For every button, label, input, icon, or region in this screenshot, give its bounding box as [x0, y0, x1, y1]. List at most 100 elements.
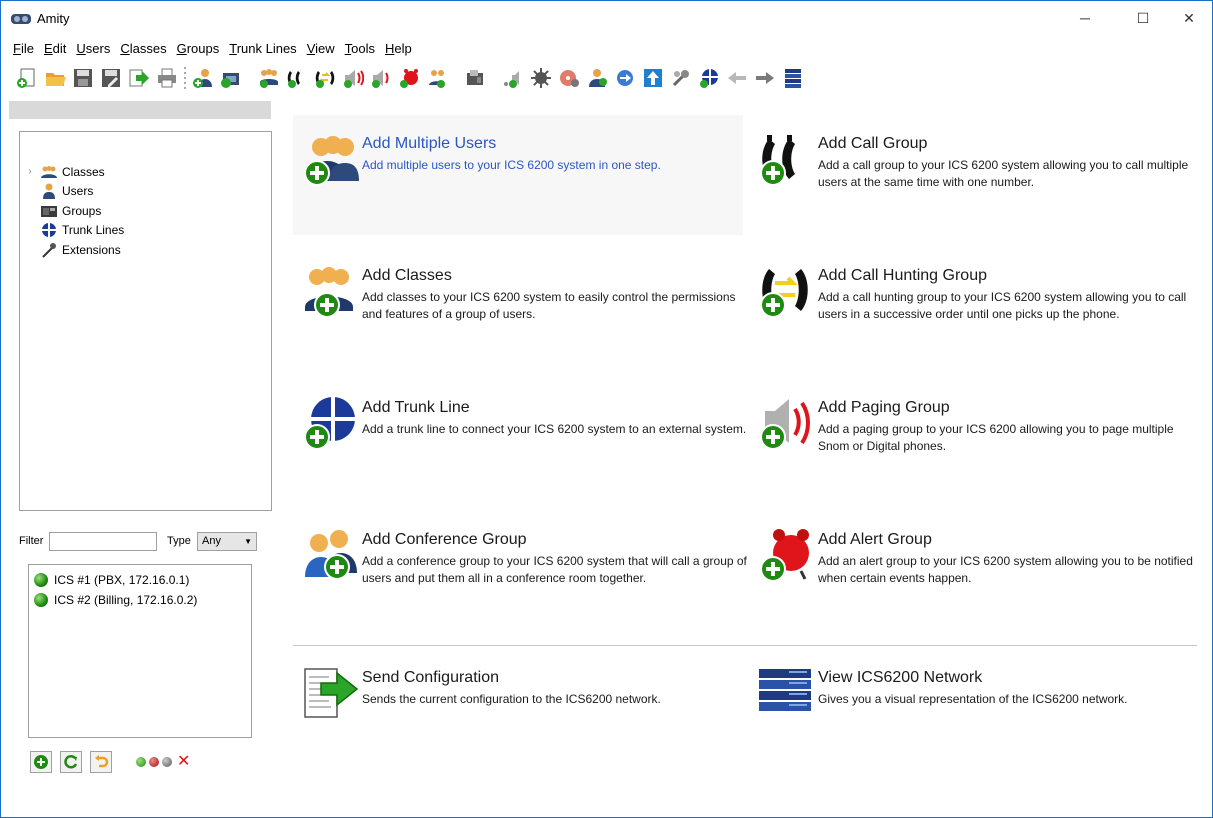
menu-users[interactable]: Users	[71, 39, 115, 59]
add-conference-group-button[interactable]	[425, 66, 449, 90]
server-item-2[interactable]: ICS #2 (Billing, 172.16.0.2)	[29, 590, 251, 610]
save-disk-icon	[74, 69, 92, 87]
menu-trunk-lines[interactable]: Trunk Lines	[224, 39, 301, 59]
task-add-call-group[interactable]: Add Call Group Add a call group to your …	[749, 115, 1199, 235]
task-title: Add Classes	[362, 267, 452, 284]
view-network-button[interactable]	[781, 66, 805, 90]
task-title: Add Paging Group	[818, 399, 950, 416]
trunk-line-icon	[304, 397, 355, 450]
add-group-button[interactable]	[219, 66, 243, 90]
add-alert-group-button[interactable]	[397, 66, 421, 90]
task-description: Add multiple users to your ICS 6200 syst…	[362, 158, 661, 172]
maximize-button[interactable]: ☐	[1120, 1, 1166, 35]
add-paging-group-button[interactable]	[341, 66, 365, 90]
task-send-configuration[interactable]: Send Configuration Sends the current con…	[293, 649, 743, 769]
add-circle-icon	[34, 755, 48, 769]
task-title: Add Call Hunting Group	[818, 267, 987, 284]
status-online-icon	[34, 573, 48, 587]
settings-button[interactable]	[529, 66, 553, 90]
tree-item-classes[interactable]: › Classes	[20, 162, 271, 182]
menu-file[interactable]: File	[13, 39, 39, 59]
tree-item-extensions[interactable]: Extensions	[20, 240, 271, 260]
menu-help[interactable]: Help	[380, 39, 417, 59]
task-description: Add a call group to your ICS 6200 system…	[818, 158, 1189, 189]
task-view-network[interactable]: View ICS6200 Network Gives you a visual …	[749, 649, 1199, 769]
minimize-button[interactable]: ─	[1062, 1, 1108, 35]
gear-icon	[531, 68, 551, 88]
add-user-icon	[193, 69, 212, 88]
add-server-button[interactable]	[30, 751, 52, 773]
task-title: Add Alert Group	[818, 531, 932, 548]
task-title: Add Call Group	[818, 135, 928, 152]
task-add-alert-group[interactable]: Add Alert Group Add an alert group to yo…	[749, 511, 1199, 631]
toolbar	[15, 63, 809, 93]
add-fax-button[interactable]	[463, 66, 487, 90]
user-settings-button[interactable]	[585, 66, 609, 90]
title-bar[interactable]: Amity ─ ☐ ✕	[1, 1, 1212, 37]
connect-button[interactable]	[613, 66, 637, 90]
save-as-button[interactable]	[99, 66, 123, 90]
add-call-group-button[interactable]	[285, 66, 309, 90]
add-trunk-line-button[interactable]	[697, 66, 721, 90]
menu-edit[interactable]: Edit	[39, 39, 71, 59]
add-user-button[interactable]	[191, 66, 215, 90]
app-window: Amity ─ ☐ ✕ File Edit Users Classes Grou…	[0, 0, 1213, 818]
tools-button[interactable]	[669, 66, 693, 90]
fax-icon	[467, 70, 483, 85]
tree-item-trunk-lines[interactable]: Trunk Lines	[20, 221, 271, 241]
task-title: Send Configuration	[362, 669, 499, 686]
type-select[interactable]: Any ▼	[197, 531, 257, 551]
add-hunting-group-button[interactable]	[313, 66, 337, 90]
server-list: ICS #1 (PBX, 172.16.0.1) ICS #2 (Billing…	[28, 564, 252, 738]
trunk-line-icon	[40, 222, 58, 238]
network-rack-icon	[785, 69, 801, 88]
task-add-conference-group[interactable]: Add Conference Group Add a conference gr…	[293, 511, 747, 631]
call-hunting-group-icon	[760, 269, 808, 318]
tree-item-users[interactable]: Users	[20, 182, 271, 202]
status-online-icon	[34, 593, 48, 607]
server-item-1[interactable]: ICS #1 (PBX, 172.16.0.1)	[29, 570, 251, 590]
save-as-disk-icon	[102, 69, 120, 87]
chevron-right-icon[interactable]: ›	[20, 166, 40, 177]
menu-tools[interactable]: Tools	[340, 39, 380, 59]
refresh-button[interactable]	[60, 751, 82, 773]
task-description: Add an alert group to your ICS 6200 syst…	[818, 554, 1193, 585]
section-divider	[293, 645, 1197, 646]
connect-arrow-icon	[617, 70, 633, 86]
back-button[interactable]	[725, 66, 749, 90]
menu-classes[interactable]: Classes	[115, 39, 171, 59]
add-classes-button[interactable]	[257, 66, 281, 90]
menu-groups[interactable]: Groups	[172, 39, 225, 59]
add-paging-button-2[interactable]	[369, 66, 393, 90]
dropdown-arrow-icon: ▼	[244, 536, 252, 546]
filter-input[interactable]	[49, 531, 157, 551]
send-arrow-icon	[129, 69, 149, 87]
task-add-call-hunting-group[interactable]: Add Call Hunting Group Add a call huntin…	[749, 247, 1199, 367]
add-extension-button[interactable]	[501, 66, 525, 90]
forward-button[interactable]	[753, 66, 777, 90]
type-select-value: Any	[202, 535, 221, 547]
upload-button[interactable]	[641, 66, 665, 90]
print-button[interactable]	[155, 66, 179, 90]
tree-item-groups[interactable]: Groups	[20, 201, 271, 221]
save-button[interactable]	[71, 66, 95, 90]
undo-button[interactable]	[90, 751, 112, 773]
record-button[interactable]	[557, 66, 581, 90]
menu-view[interactable]: View	[302, 39, 340, 59]
task-add-trunk-line[interactable]: Add Trunk Line Add a trunk line to conne…	[293, 379, 746, 499]
send-config-button[interactable]	[127, 66, 151, 90]
tools-icon	[672, 70, 689, 87]
task-description: Add a paging group to your ICS 6200 allo…	[818, 422, 1174, 453]
hunting-group-icon	[315, 71, 335, 88]
open-button[interactable]	[43, 66, 67, 90]
new-file-icon	[17, 68, 35, 88]
task-add-paging-group[interactable]: Add Paging Group Add a paging group to y…	[749, 379, 1199, 499]
task-add-classes[interactable]: Add Classes Add classes to your ICS 6200…	[293, 247, 743, 367]
navigation-tree: › Classes Users Groups Trunk Lines Exten…	[19, 131, 272, 511]
menu-bar: File Edit Users Classes Groups Trunk Lin…	[1, 39, 417, 59]
new-button[interactable]	[15, 66, 39, 90]
task-add-multiple-users[interactable]: Add Multiple Users Add multiple users to…	[293, 115, 743, 235]
alert-clock-icon	[400, 69, 418, 88]
user-icon	[40, 183, 58, 200]
close-button[interactable]: ✕	[1166, 1, 1212, 35]
